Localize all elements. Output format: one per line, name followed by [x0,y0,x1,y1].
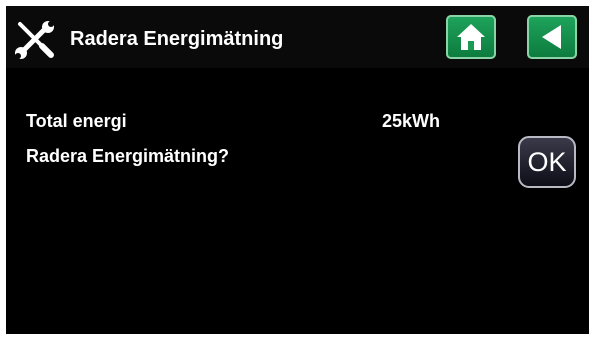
page-title: Radera Energimätning [70,28,284,50]
home-button[interactable] [446,15,496,59]
control-panel-screen: Radera Energimätning Total energi 25kWh … [6,6,589,334]
total-energy-value: 25kWh [382,111,441,131]
ok-button-label: OK [527,146,567,177]
total-energy-label: Total energi [26,111,127,131]
home-icon [457,24,485,50]
back-arrow-icon [542,25,561,49]
back-button[interactable] [527,15,577,59]
wrench-screwdriver-icon [15,21,54,59]
header-bar: Radera Energimätning [6,6,589,68]
delete-question-label: Radera Energimätning? [26,146,230,166]
ok-button[interactable]: OK [518,136,576,188]
